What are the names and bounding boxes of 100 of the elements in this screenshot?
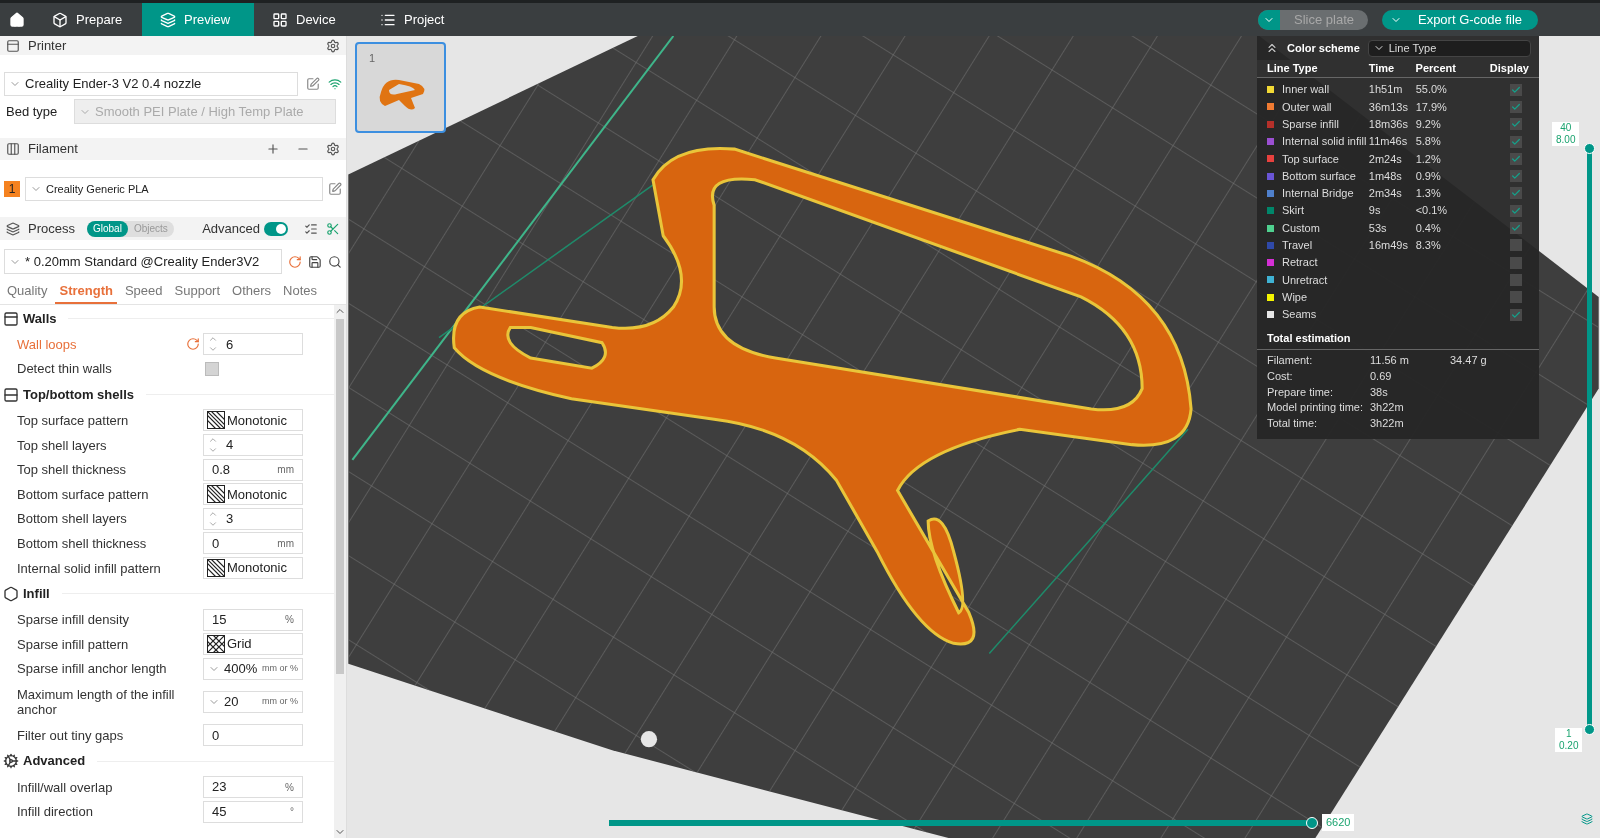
number-field[interactable]: 0 mm bbox=[203, 532, 303, 555]
main-tab[interactable]: Project bbox=[362, 3, 470, 36]
display-checkbox[interactable] bbox=[1510, 152, 1522, 165]
reset-icon[interactable] bbox=[186, 337, 200, 352]
main-tab[interactable]: Prepare bbox=[34, 3, 142, 36]
legend-title: Color scheme bbox=[1287, 40, 1360, 56]
add-icon[interactable] bbox=[266, 142, 280, 156]
scheme-dropdown[interactable]: Line Type bbox=[1367, 39, 1531, 57]
scissors-icon[interactable] bbox=[326, 221, 340, 236]
time-cell-text: 16m49s bbox=[1368, 238, 1409, 254]
percent-cell-text: 9.2% bbox=[1415, 117, 1442, 132]
settings-tab[interactable]: Support bbox=[170, 280, 225, 304]
preset-dropdown[interactable]: * 0.20mm Standard @Creality Ender3V2 bbox=[4, 249, 283, 274]
number-field[interactable]: 23 % bbox=[203, 776, 303, 798]
edit-icon[interactable] bbox=[328, 182, 342, 196]
display-checkbox[interactable] bbox=[1510, 204, 1522, 217]
percent-cell-text: 1.2% bbox=[1415, 151, 1442, 167]
display-checkbox[interactable] bbox=[1510, 273, 1522, 286]
advanced-switch[interactable] bbox=[264, 221, 288, 236]
time-cell-text: 2m24s bbox=[1368, 151, 1403, 167]
setting-label: Bottom shell thickness bbox=[17, 535, 148, 551]
combo-field[interactable]: 400% mm or % bbox=[203, 657, 303, 680]
crosshatch-pattern-icon bbox=[207, 635, 225, 654]
spin-field[interactable]: 3 bbox=[203, 507, 303, 530]
spin-field[interactable]: 4 bbox=[203, 434, 303, 457]
rows-icon bbox=[3, 386, 19, 403]
plate-thumbnail[interactable]: 1 bbox=[355, 42, 446, 133]
percent-cell-text: 0.9% bbox=[1415, 168, 1442, 184]
filament-dropdown[interactable]: Creality Generic PLA bbox=[25, 177, 323, 201]
settings-tab[interactable]: Speed bbox=[120, 280, 167, 304]
display-checkbox[interactable] bbox=[1510, 118, 1522, 131]
settings-tab[interactable]: Quality bbox=[3, 280, 52, 304]
setting-label: Wall loops bbox=[17, 336, 78, 352]
export-button[interactable]: Export G-code file bbox=[1382, 9, 1538, 30]
pattern-dropdown[interactable]: Monotonic bbox=[203, 557, 303, 580]
hexagon-icon bbox=[3, 585, 19, 602]
display-checkbox[interactable] bbox=[1510, 135, 1522, 148]
total-value: 38s bbox=[1370, 384, 1389, 400]
pattern-dropdown[interactable]: Monotonic bbox=[203, 409, 303, 432]
slider-handle[interactable] bbox=[1584, 143, 1595, 154]
settings-tab[interactable]: Others bbox=[228, 280, 276, 304]
combo-field[interactable]: 20 mm or % bbox=[203, 691, 303, 714]
setting-label: Bottom shell layers bbox=[17, 511, 128, 527]
layer-label: 1 0.20 bbox=[1555, 728, 1583, 752]
line-type-name: Bottom surface bbox=[1282, 168, 1357, 184]
checkbox[interactable] bbox=[205, 361, 219, 376]
pattern-dropdown[interactable]: Monotonic bbox=[203, 483, 303, 506]
layers-icon bbox=[160, 11, 176, 28]
main-tab[interactable]: Preview bbox=[142, 3, 254, 36]
time-cell-text: 9s bbox=[1368, 203, 1382, 219]
setting-label: Top shell layers bbox=[17, 437, 108, 453]
percent-cell-text: 1.3% bbox=[1415, 186, 1442, 202]
reset-icon[interactable] bbox=[288, 254, 303, 269]
printer-dropdown[interactable]: Creality Ender-3 V2 0.4 nozzle bbox=[4, 72, 299, 96]
hatch-pattern-icon bbox=[207, 411, 225, 430]
display-checkbox[interactable] bbox=[1510, 239, 1522, 252]
number-field[interactable]: 0.8 mm bbox=[203, 458, 303, 481]
advanced-label: Advanced bbox=[202, 219, 260, 238]
settings-icon[interactable] bbox=[326, 38, 340, 53]
setting-label: Detect thin walls bbox=[17, 361, 113, 377]
time-cell-text: 36m13s bbox=[1368, 99, 1409, 115]
display-checkbox[interactable] bbox=[1510, 308, 1522, 321]
scope-toggle[interactable]: Global bbox=[86, 220, 128, 237]
search-icon[interactable] bbox=[328, 254, 342, 269]
display-checkbox[interactable] bbox=[1510, 222, 1522, 234]
setting-label: Filter out tiny gaps bbox=[17, 727, 125, 743]
settings-tab[interactable]: Notes bbox=[279, 280, 322, 304]
save-icon[interactable] bbox=[308, 254, 323, 269]
display-checkbox[interactable] bbox=[1510, 170, 1522, 183]
display-checkbox[interactable] bbox=[1510, 83, 1522, 96]
collapse-icon[interactable] bbox=[1265, 41, 1279, 55]
setting-label: Sparse infill anchor length bbox=[17, 661, 168, 677]
percent-cell-text: 8.3% bbox=[1415, 238, 1442, 254]
number-field[interactable]: 0 bbox=[203, 724, 303, 747]
percent-cell-text: 17.9% bbox=[1415, 99, 1448, 115]
number-field[interactable]: 15 % bbox=[203, 608, 303, 631]
home-icon[interactable] bbox=[9, 11, 25, 28]
main-tab[interactable]: Device bbox=[254, 3, 362, 36]
spin-field[interactable]: 6 bbox=[203, 333, 303, 356]
display-checkbox[interactable] bbox=[1510, 100, 1522, 113]
section-title: Process bbox=[28, 219, 75, 238]
section-title: Printer bbox=[28, 36, 68, 55]
wifi-icon[interactable] bbox=[328, 77, 342, 91]
cube-icon bbox=[52, 11, 68, 28]
slider-handle[interactable] bbox=[1584, 724, 1595, 735]
move-label: 6620 bbox=[1322, 814, 1355, 831]
scrollbar[interactable] bbox=[334, 305, 346, 838]
section-title: Filament bbox=[28, 140, 79, 159]
pattern-dropdown[interactable]: Grid bbox=[203, 633, 303, 656]
settings-icon[interactable] bbox=[326, 142, 340, 156]
display-checkbox[interactable] bbox=[1510, 256, 1522, 269]
edit-icon[interactable] bbox=[306, 77, 321, 91]
layers-icon[interactable] bbox=[1581, 813, 1593, 825]
number-field[interactable]: 45 ° bbox=[203, 800, 303, 823]
filament-index: 1 bbox=[4, 181, 20, 197]
display-checkbox[interactable] bbox=[1510, 187, 1522, 200]
total-label: Total time: bbox=[1267, 416, 1319, 431]
display-checkbox[interactable] bbox=[1510, 291, 1522, 304]
list-icon[interactable] bbox=[304, 221, 318, 236]
setting-label: Top surface pattern bbox=[17, 413, 130, 428]
